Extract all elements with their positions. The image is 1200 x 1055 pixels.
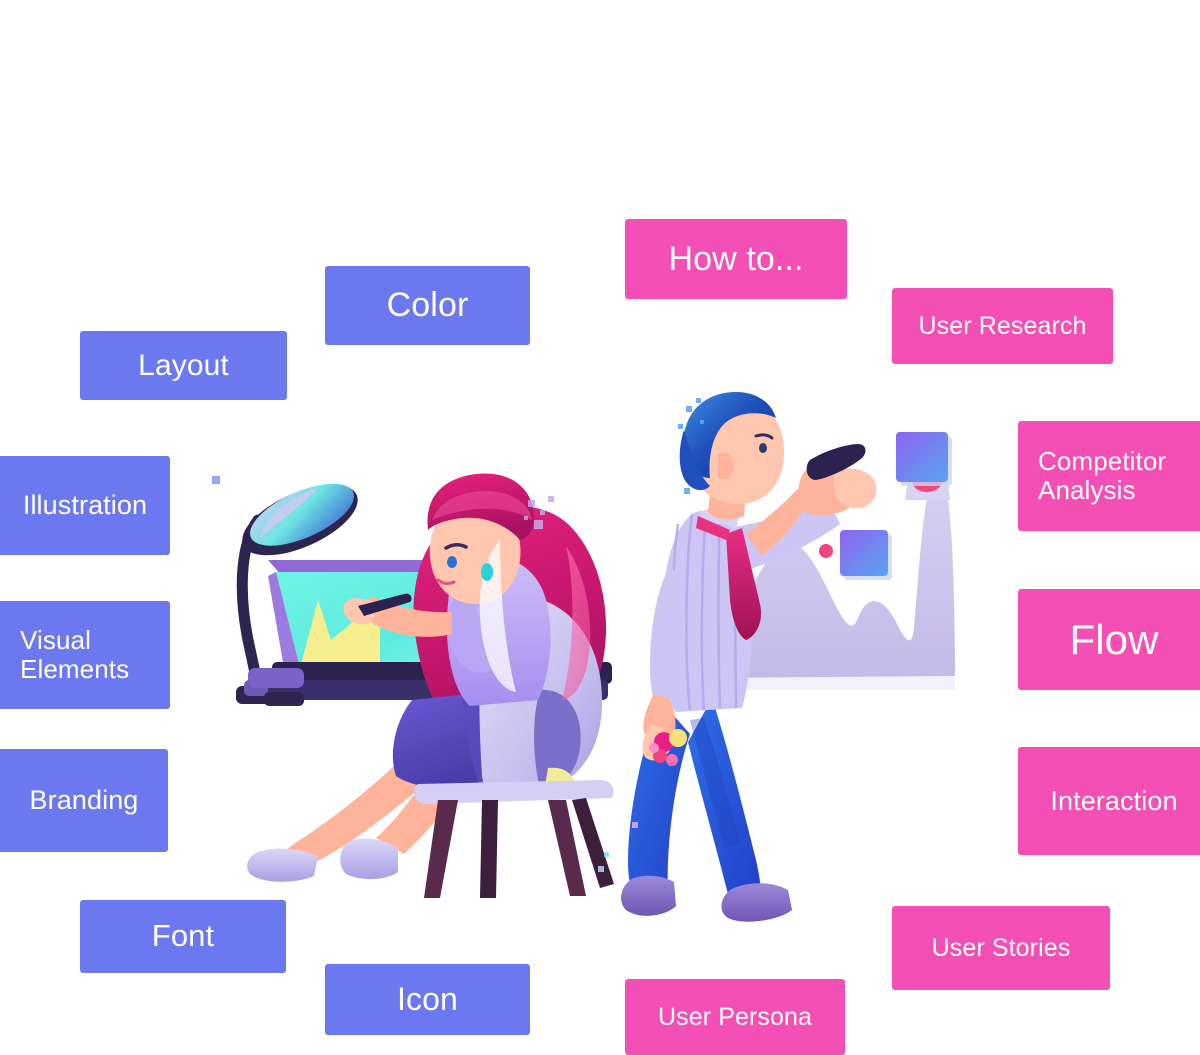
chip-color[interactable]: Color	[325, 266, 530, 345]
chip-how-to[interactable]: How to...	[625, 219, 847, 299]
chip-illustration[interactable]: Illustration	[0, 456, 170, 555]
chip-user-stories[interactable]: User Stories	[892, 906, 1110, 990]
flowers-prop	[649, 729, 687, 766]
decorative-specks	[212, 476, 638, 872]
designer-woman	[247, 473, 614, 898]
chip-how-to-label: How to...	[668, 239, 804, 278]
ux-researcher-man	[621, 392, 877, 922]
chip-user-persona[interactable]: User Persona	[625, 979, 845, 1055]
whiteboard-chart	[698, 470, 955, 690]
chip-flow-label: Flow	[1069, 615, 1159, 663]
infographic-canvas: Layout Color How to... User Research Ill…	[0, 0, 1200, 1055]
chip-illustration-label: Illustration	[22, 490, 148, 521]
chip-flow[interactable]: Flow	[1018, 589, 1200, 690]
drafting-table	[248, 560, 612, 706]
chip-competitor-analysis-label: Competitor Analysis	[1038, 445, 1167, 505]
sticky-note-mid	[840, 530, 892, 580]
sticky-note-top	[896, 432, 952, 486]
chip-icon-label: Icon	[397, 980, 458, 1017]
chip-interaction[interactable]: Interaction	[1018, 747, 1200, 855]
chip-icon[interactable]: Icon	[325, 964, 530, 1035]
chip-visual-elements[interactable]: Visual Elements	[0, 601, 170, 709]
chip-layout-label: Layout	[138, 348, 229, 382]
chip-user-research[interactable]: User Research	[892, 288, 1113, 364]
chip-user-research-label: User Research	[918, 312, 1087, 340]
desk-lamp	[236, 483, 358, 704]
chip-user-stories-label: User Stories	[931, 934, 1071, 962]
chip-color-label: Color	[386, 286, 469, 325]
chip-layout[interactable]: Layout	[80, 331, 287, 400]
chip-font[interactable]: Font	[80, 900, 286, 973]
chip-branding[interactable]: Branding	[0, 749, 168, 852]
chip-font-label: Font	[151, 918, 215, 954]
chip-user-persona-label: User Persona	[657, 1003, 813, 1031]
chip-interaction-label: Interaction	[1050, 785, 1178, 816]
chip-visual-elements-label: Visual Elements	[20, 624, 130, 684]
pin-dot	[819, 544, 833, 558]
chip-branding-label: Branding	[29, 785, 139, 816]
chip-competitor-analysis[interactable]: Competitor Analysis	[1018, 421, 1200, 531]
